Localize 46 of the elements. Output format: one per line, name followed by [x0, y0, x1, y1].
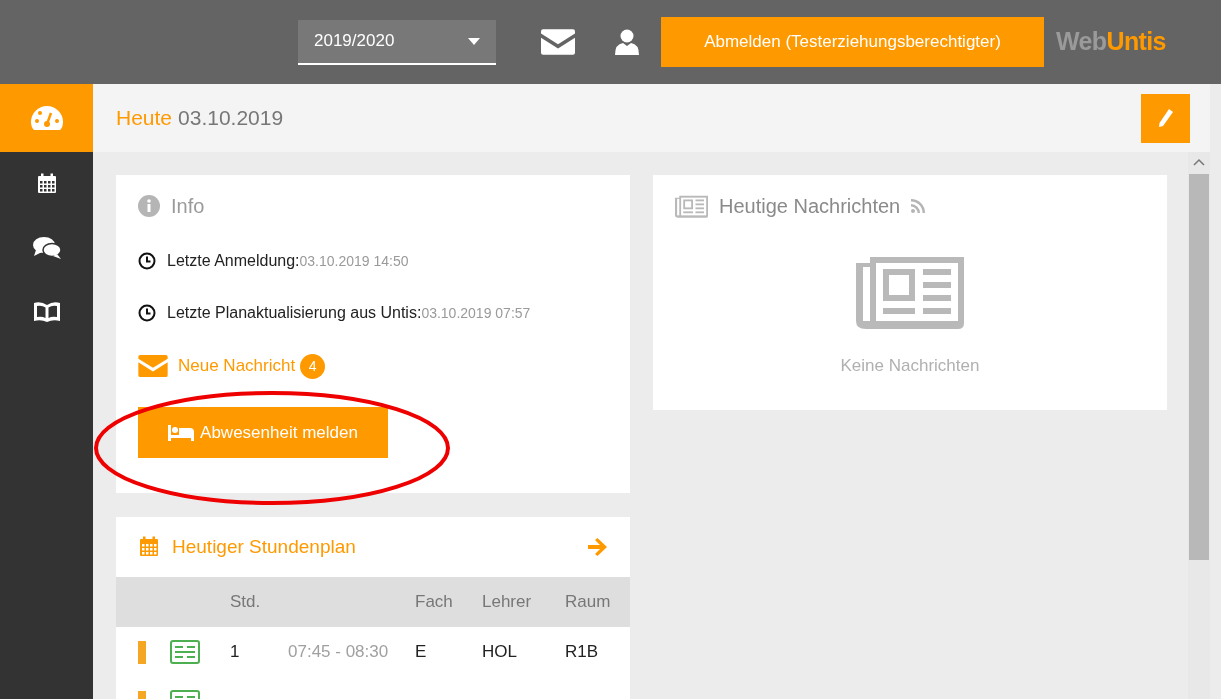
- clock-icon: [138, 252, 156, 270]
- info-label: Letzte Anmeldung:: [167, 251, 300, 271]
- chat-icon: [31, 236, 62, 260]
- column-header: Lehrer: [482, 591, 533, 614]
- calendar-icon: [35, 173, 58, 195]
- column-header: Std.: [230, 591, 262, 614]
- column-header: Fach: [415, 591, 454, 614]
- newspaper-icon: [675, 194, 708, 218]
- info-value: 03.10.2019 07:57: [421, 303, 531, 323]
- table-cell-text: 1: [230, 641, 241, 664]
- envelope-icon: [138, 355, 168, 377]
- bed-icon: [168, 424, 195, 441]
- edit-button[interactable]: [1141, 93, 1190, 143]
- empty-news-text: Keine Nachrichten: [839, 355, 981, 377]
- page-date: 03.10.2019: [178, 105, 284, 132]
- dashboard-icon: [29, 105, 64, 131]
- report-absence-button[interactable]: Abwesenheit melden: [138, 407, 388, 458]
- table-cell-text: R1B: [565, 641, 600, 664]
- column-header: Raum: [565, 591, 612, 614]
- table-cell-text: HOL: [482, 641, 518, 664]
- pencil-icon: [1157, 108, 1174, 128]
- calendar-icon: [138, 536, 160, 558]
- info-value: 03.10.2019 14:50: [299, 251, 409, 271]
- card-title: Info: [171, 194, 205, 219]
- logout-button[interactable]: Abmelden (Testerziehungsberechtigter): [661, 17, 1044, 67]
- info-icon: [138, 195, 160, 217]
- table-cell-text: 07:45 - 08:30: [288, 641, 390, 664]
- mail-icon: [541, 29, 575, 55]
- page-title: Heute: [116, 105, 173, 132]
- rss-icon: [911, 199, 926, 213]
- book-icon: [32, 301, 61, 323]
- card-title: Heutiger Stundenplan: [172, 534, 356, 559]
- scrollbar[interactable]: [1188, 152, 1210, 699]
- table-cell-text: E: [415, 641, 428, 664]
- message-count-badge: 4: [300, 353, 326, 379]
- school-year-select[interactable]: 2019/2020: [298, 19, 496, 65]
- arrow-right-icon[interactable]: [588, 538, 608, 556]
- newspaper-icon: [856, 255, 964, 329]
- user-icon[interactable]: [615, 29, 639, 55]
- card-title: Heutige Nachrichten: [719, 194, 901, 219]
- new-message-link[interactable]: Neue Nachricht: [178, 353, 296, 379]
- mail-button[interactable]: [541, 29, 575, 55]
- info-label: Letzte Planaktualisierung aus Untis:: [167, 303, 422, 323]
- clock-icon: [138, 304, 156, 322]
- caret-icon: [468, 37, 480, 45]
- lesson-icon[interactable]: [170, 640, 200, 664]
